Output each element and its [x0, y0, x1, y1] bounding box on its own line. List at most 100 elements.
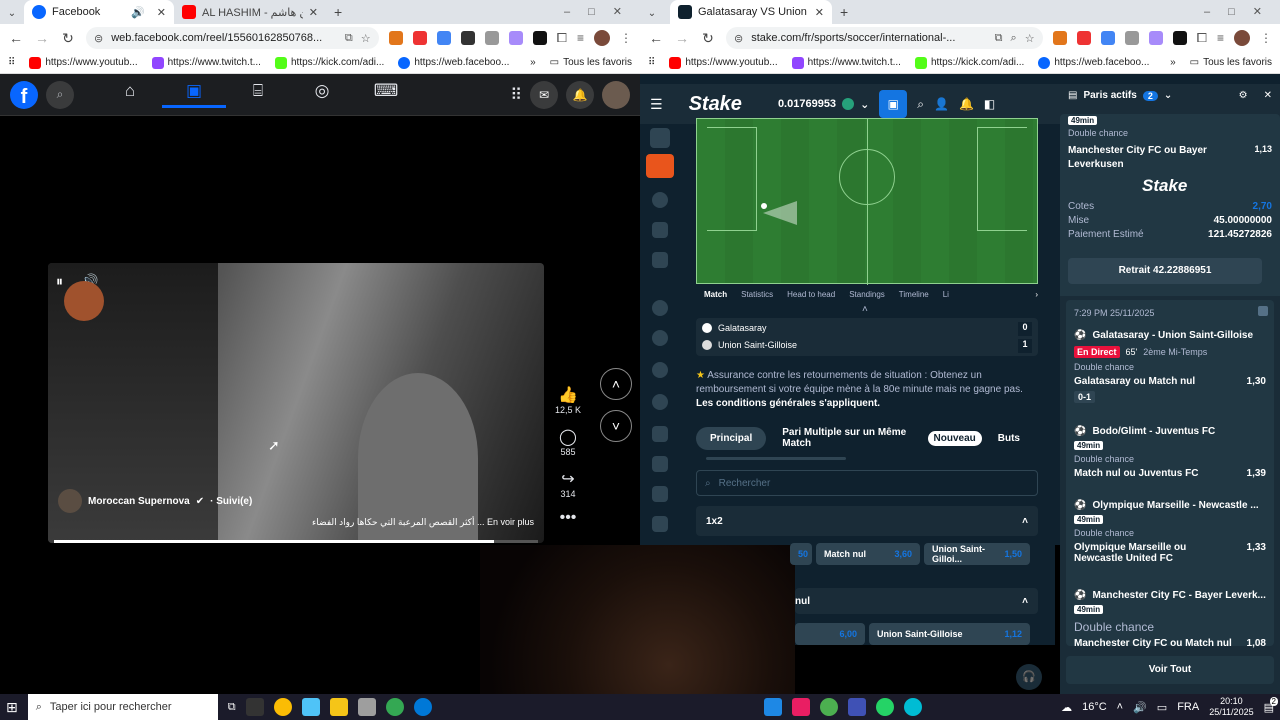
tab-search-icon[interactable]: ⌄ [4, 8, 20, 19]
american-football-icon[interactable] [652, 456, 668, 472]
app-icon[interactable] [301, 698, 320, 716]
weather-temp[interactable]: 16°C [1082, 701, 1107, 713]
forward-icon[interactable]: → [674, 30, 690, 46]
author-avatar[interactable] [64, 281, 104, 321]
language-indicator[interactable]: FRA [1177, 701, 1199, 713]
close-tab-icon[interactable]: ✕ [157, 6, 166, 19]
chrome-icon[interactable] [385, 698, 404, 716]
tab-youtube[interactable]: AL HASHIM - حسين هاشم - YouT... ✕ [174, 0, 326, 24]
tennis-icon[interactable] [652, 330, 668, 346]
extension-icon[interactable] [1124, 31, 1139, 45]
app-icon[interactable] [847, 698, 866, 716]
metamask-extension-icon[interactable] [388, 31, 403, 45]
menu-grid-icon[interactable]: ⠿ [510, 85, 522, 105]
notifications-bell-icon[interactable]: 🔔 [959, 97, 974, 111]
tray-chevron-up-icon[interactable]: ˄ [1117, 701, 1123, 713]
share-bet-icon[interactable] [1258, 306, 1268, 316]
view-all-button[interactable]: Voir Tout [1066, 656, 1274, 684]
bookmark-kick[interactable]: https://kick.com/adi... [914, 56, 1024, 69]
search-icon[interactable]: ⌕ [917, 97, 924, 112]
tab-head-to-head[interactable]: Head to head [787, 290, 835, 299]
extension-icon[interactable] [1148, 31, 1163, 45]
tab-same-game-multi[interactable]: Pari Multiple sur un Même Match [782, 427, 921, 449]
pause-icon[interactable]: ⏸ [56, 273, 63, 290]
apps-grid-icon[interactable]: ⠿ [8, 57, 15, 68]
collapse-chevron-up-icon[interactable]: ˄ [862, 304, 868, 315]
reload-icon[interactable]: ↻ [700, 30, 716, 47]
media-icon[interactable]: ≡ [577, 31, 584, 45]
menu-kebab-icon[interactable]: ⋮ [1260, 31, 1272, 45]
basketball-icon[interactable] [652, 362, 668, 378]
odd-away[interactable]: Union Saint-Gilloi... 1,50 [924, 543, 1030, 565]
extensions-puzzle-icon[interactable]: ⧠ [557, 30, 567, 46]
author-follow-status[interactable]: · Suivi(e) [210, 496, 252, 507]
soccer-icon[interactable] [652, 300, 668, 316]
bookmarks-folder[interactable]: ▭ Tous les favoris [1190, 57, 1272, 68]
market-1x2-header[interactable]: 1x2 ˄ [696, 506, 1038, 536]
cashout-button[interactable]: Retrait 42.22886951 [1068, 258, 1262, 284]
bookmark-star-icon[interactable]: ☆ [1025, 32, 1035, 45]
extension-icon[interactable] [508, 31, 523, 45]
favourites-icon[interactable] [652, 222, 668, 238]
close-icon[interactable]: ✕ [1264, 90, 1272, 101]
groups-icon[interactable]: ◎ [290, 81, 354, 108]
forward-icon[interactable]: → [34, 30, 50, 46]
menu-kebab-icon[interactable]: ⋮ [620, 31, 632, 45]
translate-icon[interactable]: ⧉ [995, 32, 1003, 45]
tab-statistics[interactable]: Statistics [741, 290, 773, 299]
chrome-icon[interactable] [819, 698, 838, 716]
url-field[interactable]: ⊜ web.facebook.com/reel/15560162850768..… [86, 27, 379, 49]
bookmark-star-icon[interactable]: ☆ [361, 32, 371, 45]
volume-icon[interactable]: 🔊 [1133, 701, 1147, 714]
bookmarks-more[interactable]: » [530, 57, 536, 68]
extension-icon[interactable] [1076, 31, 1091, 45]
extension-icon[interactable] [1172, 31, 1187, 45]
extension-icon[interactable] [460, 31, 475, 45]
extension-icon[interactable] [484, 31, 499, 45]
tabs-scrollbar[interactable] [706, 457, 846, 460]
bookmark-twitch[interactable]: https://www.twitch.t... [151, 56, 261, 69]
weather-icon[interactable]: ☁ [1061, 701, 1072, 714]
author-name[interactable]: Moroccan Supernova [88, 496, 190, 507]
app-icon[interactable] [357, 698, 376, 716]
bookmarks-more[interactable]: » [1170, 57, 1176, 68]
progress-track[interactable] [54, 540, 538, 543]
extensions-puzzle-icon[interactable]: ⧠ [1197, 30, 1207, 46]
file-explorer-icon[interactable] [329, 698, 348, 716]
media-icon[interactable]: ≡ [1217, 31, 1224, 45]
new-tab-button[interactable]: + [840, 4, 848, 20]
bookmark-twitch[interactable]: https://www.twitch.t... [791, 56, 901, 69]
epic-games-icon[interactable] [245, 698, 264, 716]
tab-stake[interactable]: Galatasaray VS Union Saint-Gill... ✕ [670, 0, 832, 24]
extension-icon[interactable] [532, 31, 547, 45]
hamburger-menu-icon[interactable]: ☰ [650, 96, 663, 113]
athletics-icon[interactable] [652, 516, 668, 532]
back-icon[interactable]: ← [648, 30, 664, 46]
gaming-icon[interactable]: ⌨ [354, 81, 418, 108]
tab-match[interactable]: Match [704, 290, 727, 299]
task-view-icon[interactable]: ⧉ [228, 701, 236, 714]
chevron-right-icon[interactable]: › [1035, 290, 1038, 299]
previous-reel-chevron-up-icon[interactable]: ˄ [600, 368, 632, 400]
market-double-chance-header[interactable]: nul ˄ [795, 588, 1038, 614]
window-controls[interactable]: –□✕ [564, 5, 640, 18]
tab-lineups[interactable]: Li [943, 290, 949, 299]
odd-dc-1[interactable]: 6,00 [795, 623, 865, 645]
url-field[interactable]: ⊜ stake.com/fr/sports/soccer/internation… [726, 27, 1043, 49]
chevron-down-icon[interactable]: ⌄ [1164, 90, 1172, 101]
tab-principal[interactable]: Principal [696, 426, 767, 450]
metamask-extension-icon[interactable] [1052, 31, 1067, 45]
odd-draw[interactable]: Match nul 3,60 [816, 543, 920, 565]
profile-avatar[interactable] [594, 30, 610, 46]
bookmark-facebook[interactable]: https://web.faceboo... [398, 56, 509, 69]
cricket-icon[interactable] [652, 426, 668, 442]
extension-icon[interactable] [436, 31, 451, 45]
speaker-icon[interactable]: 🔊 [131, 6, 145, 19]
new-tab-button[interactable]: + [334, 4, 342, 20]
reload-icon[interactable]: ↻ [60, 30, 76, 47]
chrome-icon[interactable] [273, 698, 292, 716]
marketplace-icon[interactable]: ⌸ [226, 81, 290, 108]
odd-dc-2[interactable]: Union Saint-Gilloise 1,12 [869, 623, 1030, 645]
back-icon[interactable]: ← [8, 30, 24, 46]
live-icon[interactable] [652, 192, 668, 208]
